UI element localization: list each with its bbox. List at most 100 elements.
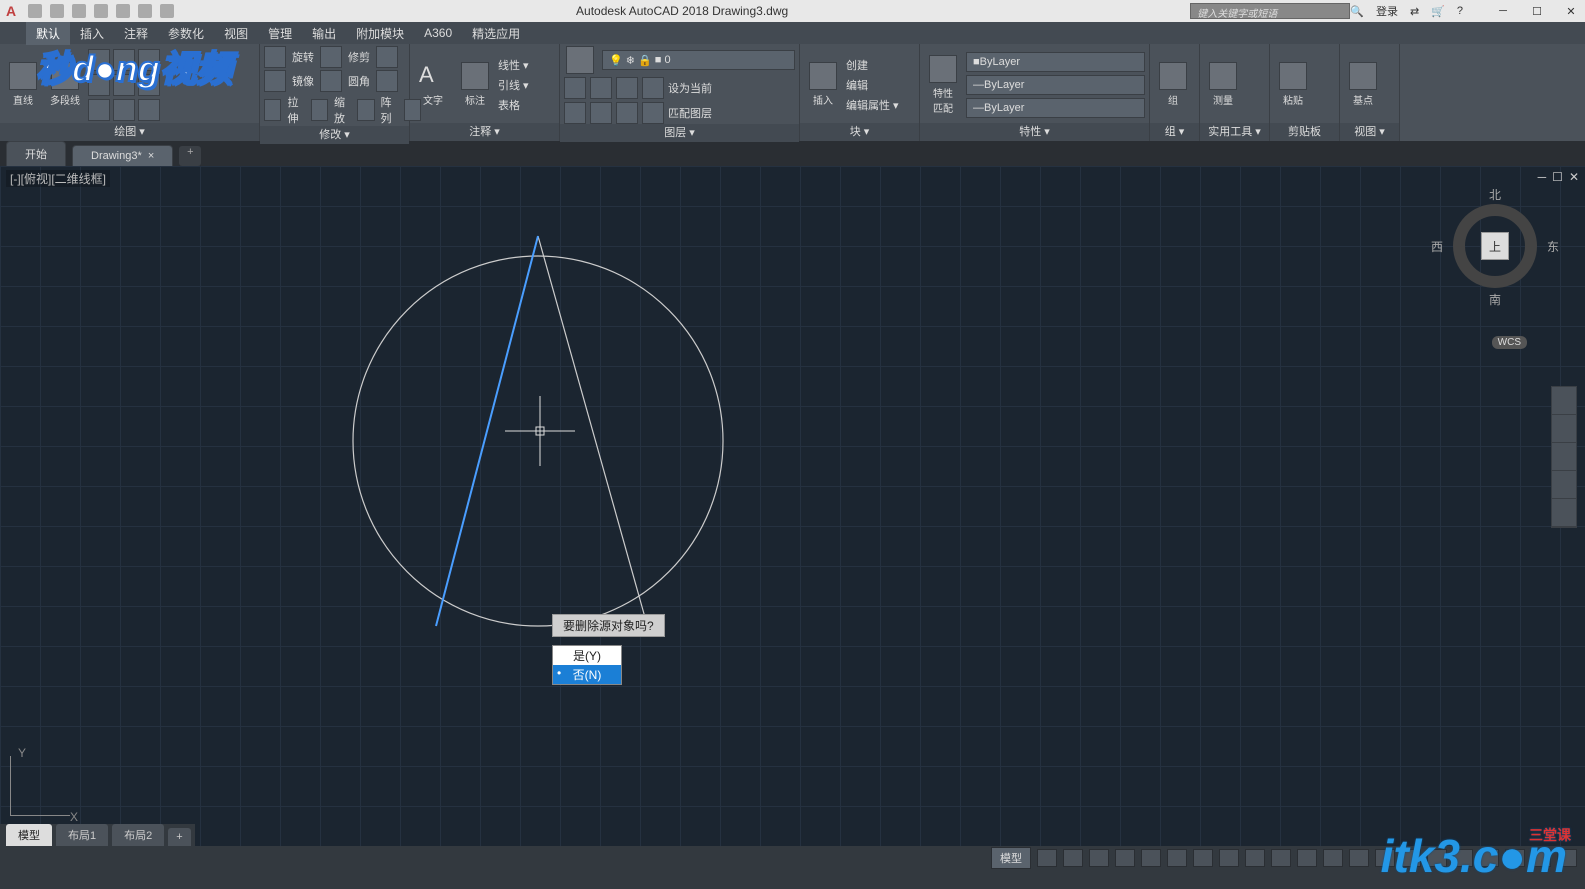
qat-redo-icon[interactable] [160, 4, 174, 18]
move-icon[interactable] [264, 46, 286, 68]
layout-tab-1[interactable]: 布局1 [56, 824, 108, 846]
insert-block-button[interactable]: 插入 [804, 62, 842, 107]
tab-annotate[interactable]: 注释 [114, 22, 158, 45]
qat-saveas-icon[interactable] [94, 4, 108, 18]
line-button[interactable]: 直线 [4, 62, 42, 107]
sb-transparency-icon[interactable] [1271, 849, 1291, 867]
layer-dropdown[interactable]: 💡 ❄ 🔒 ■ 0 [602, 50, 795, 70]
qat-new-icon[interactable] [28, 4, 42, 18]
sb-workspace-icon[interactable] [1349, 849, 1369, 867]
panel-block-label[interactable]: 块 ▾ [800, 123, 919, 141]
layer-prev-button[interactable] [590, 102, 612, 124]
sb-dyninput-icon[interactable] [1219, 849, 1239, 867]
array-icon[interactable] [357, 99, 374, 121]
nav-wheel-icon[interactable] [1552, 387, 1576, 415]
sb-osnap-icon[interactable] [1141, 849, 1161, 867]
sb-lineweight-icon[interactable] [1245, 849, 1265, 867]
qat-print-icon[interactable] [116, 4, 130, 18]
circle-button[interactable] [88, 49, 110, 71]
rotate-button[interactable]: 旋转 [292, 49, 314, 65]
drawing-area[interactable]: [-][俯视][二维线框] ─ ☐ ✕ 要删除源对象吗? 是(Y) 否(N) 上… [0, 166, 1585, 846]
help-icon[interactable]: ? [1457, 5, 1463, 17]
tab-start[interactable]: 开始 [6, 141, 66, 166]
sb-3dosnap-icon[interactable] [1167, 849, 1187, 867]
tab-featured[interactable]: 精选应用 [462, 22, 530, 45]
layer-walk-button[interactable] [642, 102, 664, 124]
qat-save-icon[interactable] [72, 4, 86, 18]
cart-icon[interactable]: 🛒 [1431, 5, 1445, 18]
tab-drawing3[interactable]: Drawing3* × [72, 145, 173, 166]
sb-annomonitor-icon[interactable] [1375, 849, 1395, 867]
sb-cleanscreen-icon[interactable] [1531, 849, 1551, 867]
tab-manage[interactable]: 管理 [258, 22, 302, 45]
basepoint-button[interactable]: 基点 [1344, 62, 1382, 107]
region-button[interactable] [113, 99, 135, 121]
nav-pan-icon[interactable] [1552, 415, 1576, 443]
panel-draw-label[interactable]: 绘图 ▾ [0, 123, 259, 141]
view-cube[interactable]: 上 北 南 东 西 [1445, 196, 1545, 296]
group-button[interactable]: 组 [1154, 62, 1192, 107]
hatch-button[interactable] [113, 74, 135, 96]
linetype-dropdown[interactable]: — ByLayer [966, 98, 1145, 118]
fillet-icon[interactable] [320, 70, 342, 92]
lineweight-dropdown[interactable]: — ByLayer [966, 75, 1145, 95]
layer-freeze-button[interactable] [616, 77, 638, 99]
edit-attr-button[interactable]: 编辑属性 ▾ [846, 97, 899, 113]
text-button[interactable]: A文字 [414, 62, 452, 107]
color-dropdown[interactable]: ■ ByLayer [966, 52, 1145, 72]
sb-snap-icon[interactable] [1063, 849, 1083, 867]
mirror-button[interactable]: 镜像 [292, 73, 314, 89]
scale-icon[interactable] [311, 99, 328, 121]
fillet-button[interactable]: 圆角 [348, 73, 370, 89]
match-layer-button[interactable]: 匹配图层 [668, 105, 712, 121]
sb-quickprops-icon[interactable] [1427, 849, 1447, 867]
edit-block-button[interactable]: 编辑 [846, 77, 899, 93]
array-button[interactable]: 阵列 [381, 94, 398, 126]
window-minimize-button[interactable]: ─ [1495, 5, 1511, 18]
spline-button[interactable] [138, 74, 160, 96]
panel-utilities-label[interactable]: 实用工具 ▾ [1200, 123, 1269, 141]
help-search-input[interactable]: 键入关键字或短语 [1190, 3, 1350, 19]
tab-default[interactable]: 默认 [26, 22, 70, 45]
tab-addins[interactable]: 附加模块 [346, 22, 414, 45]
panel-properties-label[interactable]: 特性 ▾ [920, 123, 1149, 141]
draw-more-button[interactable] [138, 99, 160, 121]
stretch-icon[interactable] [264, 99, 281, 121]
layout-tab-plus[interactable]: + [168, 828, 190, 846]
qat-open-icon[interactable] [50, 4, 64, 18]
sb-annoscale-icon[interactable] [1323, 849, 1343, 867]
sb-polar-icon[interactable] [1115, 849, 1135, 867]
prompt-option-yes[interactable]: 是(Y) [553, 646, 621, 665]
panel-layers-label[interactable]: 图层 ▾ [560, 124, 799, 142]
leader-button[interactable]: 引线 ▾ [498, 77, 529, 93]
table-button[interactable]: 表格 [498, 97, 529, 113]
prompt-option-no[interactable]: 否(N) [553, 665, 621, 684]
nav-orbit-icon[interactable] [1552, 471, 1576, 499]
tab-insert[interactable]: 插入 [70, 22, 114, 45]
linear-dim-button[interactable]: 线性 ▾ [498, 57, 529, 73]
panel-group-label[interactable]: 组 ▾ [1150, 123, 1199, 141]
infocenter-icon[interactable]: 🔍 [1350, 5, 1364, 18]
erase-icon[interactable] [376, 46, 398, 68]
layer-state-button[interactable] [616, 102, 638, 124]
sb-hwaccel-icon[interactable] [1505, 849, 1525, 867]
match-props-button[interactable]: 特性 匹配 [924, 55, 962, 115]
sb-isolate-icon[interactable] [1479, 849, 1499, 867]
sb-cycling-icon[interactable] [1297, 849, 1317, 867]
layer-match-small[interactable] [564, 102, 586, 124]
polyline-button[interactable]: 多段线 [46, 62, 84, 107]
stretch-button[interactable]: 拉伸 [287, 94, 304, 126]
model-space-toggle[interactable]: 模型 [991, 847, 1031, 869]
login-button[interactable]: 登录 [1376, 3, 1398, 19]
panel-view-label[interactable]: 视图 ▾ [1340, 123, 1399, 141]
nav-showmotion-icon[interactable] [1552, 499, 1576, 527]
layer-lock-button[interactable] [642, 77, 664, 99]
panel-annotation-label[interactable]: 注释 ▾ [410, 123, 559, 141]
explode-icon[interactable] [376, 70, 398, 92]
layer-iso-button[interactable] [564, 77, 586, 99]
panel-clipboard-label[interactable]: 剪贴板 [1270, 123, 1339, 141]
sb-customize-icon[interactable] [1557, 849, 1577, 867]
trim-button[interactable]: 修剪 [348, 49, 370, 65]
exchange-icon[interactable]: ⇄ [1410, 5, 1419, 18]
tab-output[interactable]: 输出 [302, 22, 346, 45]
